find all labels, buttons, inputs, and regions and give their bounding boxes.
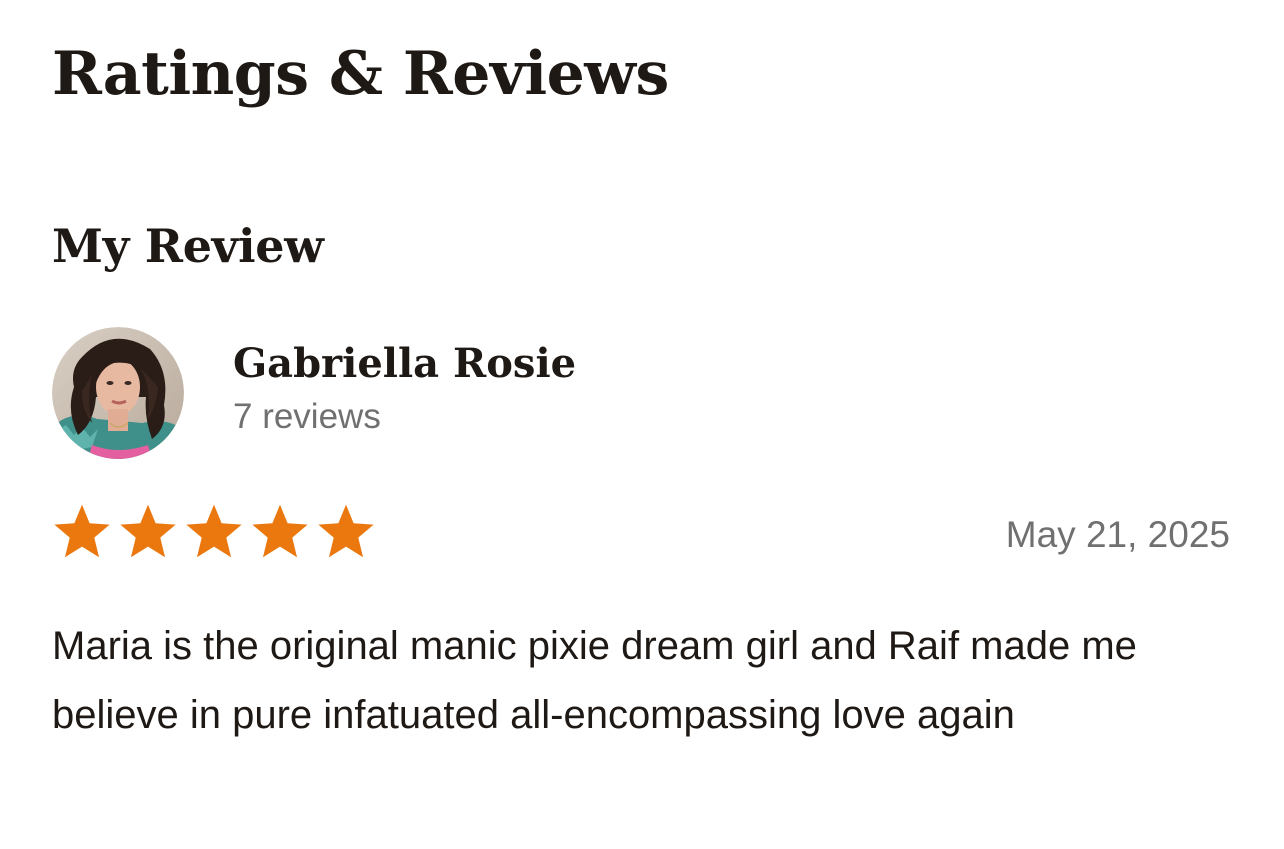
avatar[interactable] (52, 327, 184, 459)
review-text: Maria is the original manic pixie dream … (52, 624, 1137, 737)
star-rating (50, 500, 378, 562)
star-icon (186, 504, 242, 558)
reviewer-review-count: 7 reviews (233, 397, 381, 436)
star-icon (54, 504, 110, 558)
star-icon (252, 504, 308, 558)
ratings-reviews-page: Ratings & Reviews My Review Gabriella Ro… (0, 0, 1284, 849)
reviewer-name[interactable]: Gabriella Rosie (233, 339, 576, 389)
star-icon (318, 504, 374, 558)
page-title: Ratings & Reviews (52, 39, 669, 109)
reviewer-info: Gabriella Rosie 7 reviews (233, 339, 576, 439)
star-icon (120, 504, 176, 558)
my-review-heading: My Review (52, 219, 324, 273)
reviewer-row: Gabriella Rosie 7 reviews (52, 327, 576, 459)
avatar-photo (52, 327, 184, 459)
review-date: May 21, 2025 (1005, 514, 1230, 555)
